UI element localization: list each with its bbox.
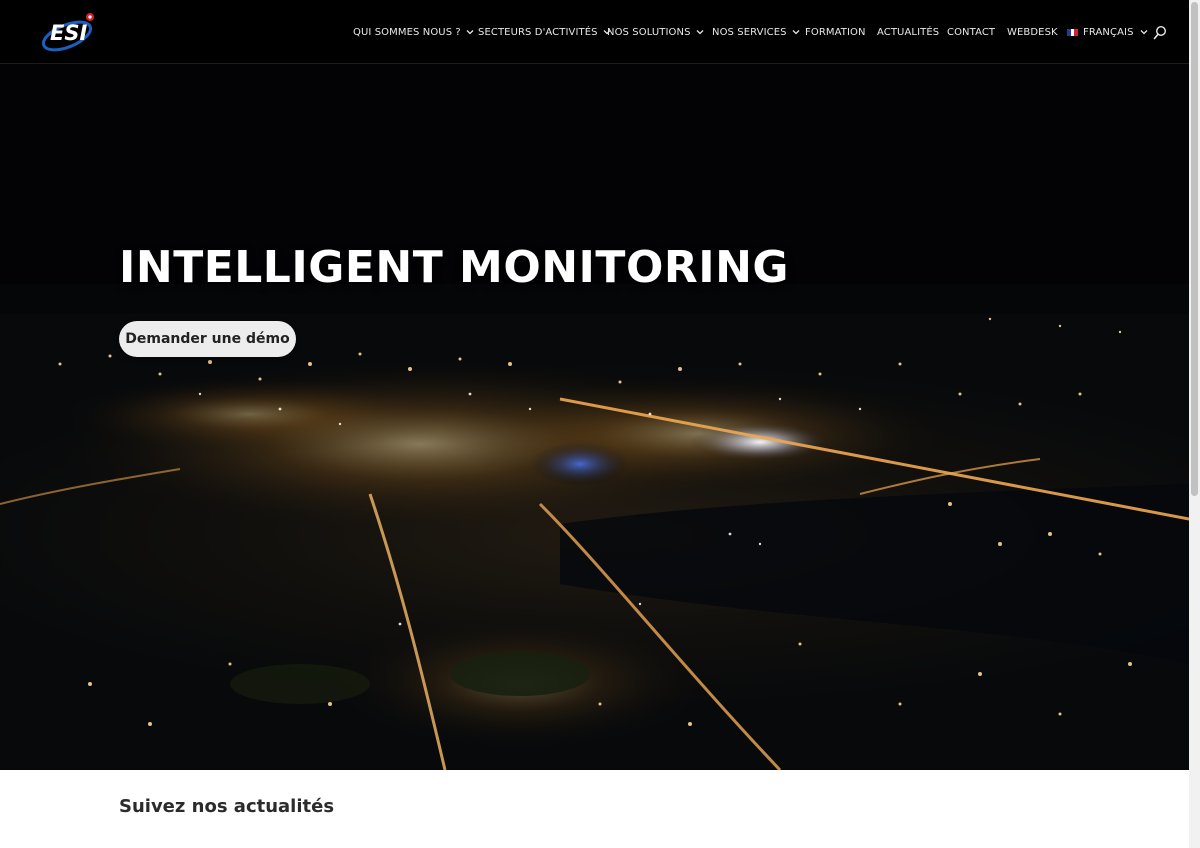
chevron-down-icon xyxy=(466,30,474,35)
chevron-down-icon xyxy=(696,30,704,35)
nav-label: ACTUALITÉS xyxy=(877,26,940,38)
nav-webdesk[interactable]: WEBDESK xyxy=(1007,24,1058,40)
nav-nos-services[interactable]: NOS SERVICES xyxy=(712,24,800,40)
nav-label: WEBDESK xyxy=(1007,26,1058,38)
nav-label: CONTACT xyxy=(947,26,996,38)
nav-formation[interactable]: FORMATION xyxy=(805,24,866,40)
chevron-down-icon xyxy=(1140,30,1148,35)
page-scrollbar[interactable] xyxy=(1189,0,1200,848)
nav-label: NOS SERVICES xyxy=(712,26,787,38)
request-demo-button[interactable]: Demander une démo xyxy=(119,321,296,357)
hero-title: INTELLIGENT MONITORING xyxy=(119,242,790,293)
nav-label: FORMATION xyxy=(805,26,866,38)
nav-actualites[interactable]: ACTUALITÉS xyxy=(877,24,939,40)
fr-flag-icon xyxy=(1067,28,1079,36)
nav-label: SECTEURS D'ACTIVITÉS xyxy=(478,26,598,38)
esi-logo-mark: ESI xyxy=(41,13,94,52)
nav-label: QUI SOMMES NOUS ? xyxy=(353,26,461,38)
search-icon[interactable] xyxy=(1153,25,1167,41)
city-night-aerial-image xyxy=(0,64,1189,770)
news-section-heading: Suivez nos actualités xyxy=(119,796,335,817)
site-header: ESI QUI SOMMES NOUS ? SECTEURS D'ACTIVIT… xyxy=(0,0,1189,64)
nav-label: NOS SOLUTIONS xyxy=(607,26,691,38)
language-label: FRANÇAIS xyxy=(1083,26,1134,38)
nav-contact[interactable]: CONTACT xyxy=(947,24,995,40)
hero-banner: INTELLIGENT MONITORING Demander une démo xyxy=(0,64,1189,770)
scrollbar-thumb[interactable] xyxy=(1191,2,1198,496)
nav-qui-sommes-nous[interactable]: QUI SOMMES NOUS ? xyxy=(353,24,474,40)
language-switcher[interactable]: FRANÇAIS xyxy=(1067,24,1148,40)
chevron-down-icon xyxy=(792,30,800,35)
nav-secteurs-activites[interactable]: SECTEURS D'ACTIVITÉS xyxy=(478,24,611,40)
esi-logo[interactable]: ESI xyxy=(41,12,96,52)
svg-text:ESI: ESI xyxy=(50,21,87,45)
nav-nos-solutions[interactable]: NOS SOLUTIONS xyxy=(607,24,704,40)
